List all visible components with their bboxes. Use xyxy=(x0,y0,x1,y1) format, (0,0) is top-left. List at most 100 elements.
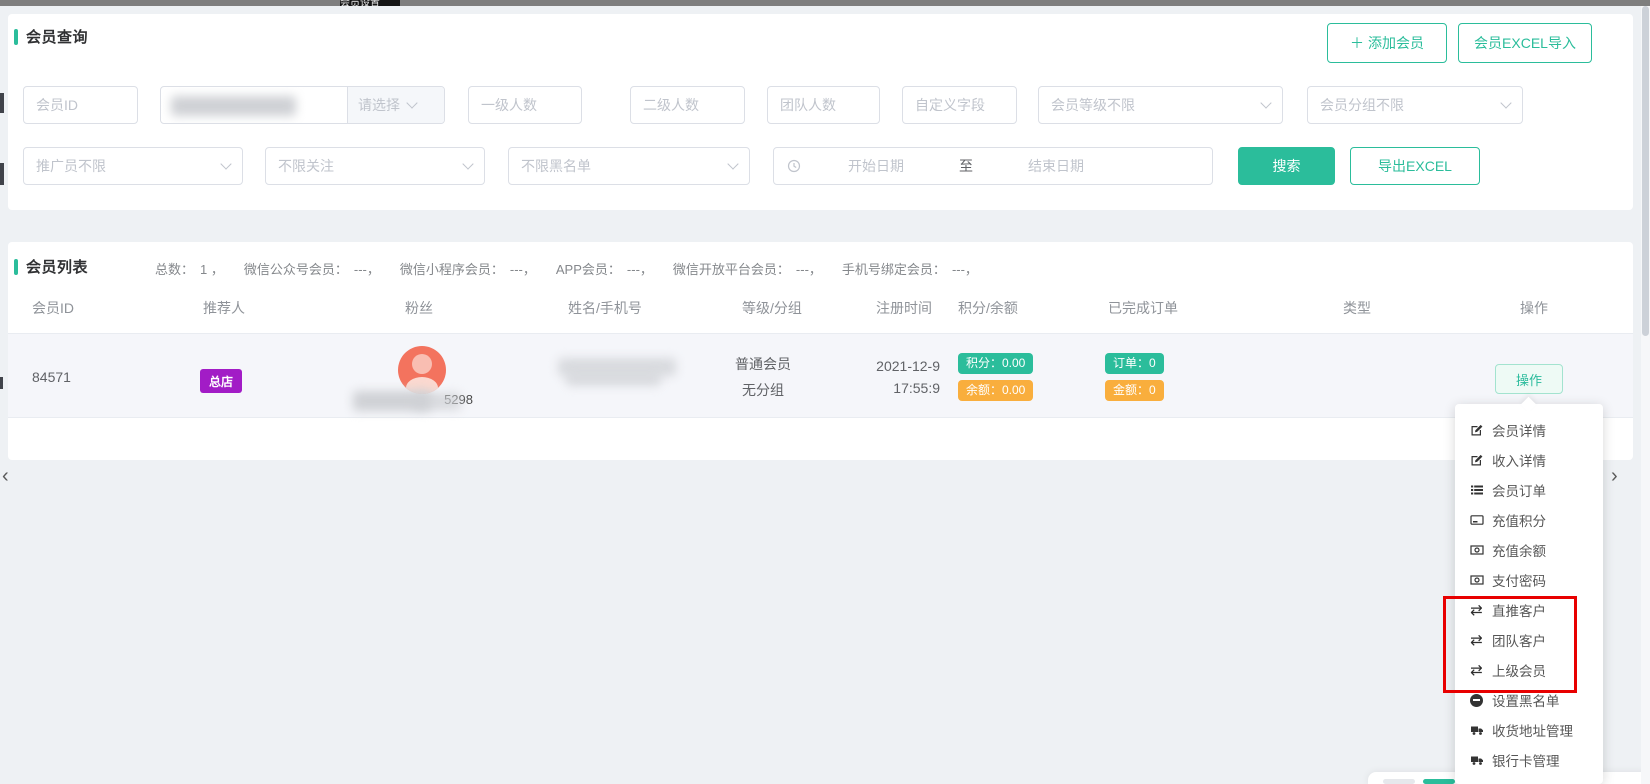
follow-select-label: 不限关注 xyxy=(278,156,456,176)
member-level-select[interactable]: 会员等级不限 xyxy=(1038,86,1283,124)
stat-value: ---， xyxy=(796,259,822,278)
action-menu: 会员详情 收入详情 会员订单 充值积分 充值余额 支付密码 ⇄ 直推客户 ⇄ 团… xyxy=(1455,404,1603,784)
member-admin-screen: 会员设置 会员查询 ＋ 添加会员 会员EXCEL导入 请选择 xyxy=(0,0,1650,784)
chevron-down-icon xyxy=(727,158,738,169)
team-count-input[interactable] xyxy=(767,86,880,124)
points-pill: 积分：0.00 xyxy=(958,353,1033,374)
member-group-select[interactable]: 会员分组不限 xyxy=(1307,86,1523,124)
scrollbar-track[interactable] xyxy=(1641,0,1650,784)
stat-label: 微信小程序会员： xyxy=(400,259,504,278)
table-header: 会员ID 推荐人 粉丝 姓名/手机号 等级/分组 注册时间 积分/余额 已完成订… xyxy=(8,294,1633,322)
member-stats: 总数：1 ， 微信公众号会员：---， 微信小程序会员：---， APP会员：-… xyxy=(155,259,978,278)
left-edge-fragment xyxy=(0,377,3,389)
orders-pill: 订单：0 xyxy=(1105,353,1164,374)
level-group-cell: 普通会员 无分组 xyxy=(703,334,823,419)
scroll-left-arrow[interactable]: ‹ xyxy=(2,466,9,486)
money-icon xyxy=(1469,573,1484,588)
menu-item-recharge-points[interactable]: 充值积分 xyxy=(1455,505,1603,535)
menu-item-recharge-balance[interactable]: 充值余额 xyxy=(1455,535,1603,565)
stat-value: 1 ， xyxy=(200,259,224,278)
dialog-cancel-button-fragment[interactable] xyxy=(1383,779,1415,784)
menu-item-label: 银行卡管理 xyxy=(1492,750,1560,770)
reg-time-cell: 2021-12-9 17:55:9 xyxy=(848,334,940,419)
scroll-right-arrow[interactable]: › xyxy=(1611,466,1618,486)
keyword-field-select-label: 请选择 xyxy=(358,95,400,115)
reg-date: 2021-12-9 xyxy=(848,358,940,374)
blacklist-select[interactable]: 不限黑名单 xyxy=(508,147,750,185)
reg-time: 17:55:9 xyxy=(848,380,940,396)
add-member-button[interactable]: ＋ 添加会员 xyxy=(1327,23,1447,63)
truck-icon xyxy=(1469,723,1484,738)
column-fans: 粉丝 xyxy=(405,298,433,318)
level2-count-input[interactable] xyxy=(630,86,745,124)
accent-bar xyxy=(14,259,18,275)
list-panel-title: 会员列表 xyxy=(14,256,88,277)
excel-import-button[interactable]: 会员EXCEL导入 xyxy=(1458,23,1592,63)
chevron-down-icon xyxy=(1500,97,1511,108)
dialog-confirm-button-fragment[interactable] xyxy=(1423,779,1455,784)
search-button-label: 搜索 xyxy=(1273,156,1301,176)
start-date-input[interactable] xyxy=(801,158,951,174)
menu-item-label: 会员详情 xyxy=(1492,420,1546,440)
stat-label: APP会员： xyxy=(556,259,621,278)
amount-pill: 金额：0 xyxy=(1105,380,1164,401)
level1-count-input[interactable] xyxy=(468,86,582,124)
blacklist-select-label: 不限黑名单 xyxy=(521,156,721,176)
edit-icon xyxy=(1469,453,1484,468)
keyword-field-select[interactable]: 请选择 xyxy=(347,87,444,123)
promoter-select[interactable]: 推广员不限 xyxy=(23,147,243,185)
top-menu-fragment: 会员设置 xyxy=(340,0,400,6)
excel-import-label: 会员EXCEL导入 xyxy=(1474,33,1576,53)
keyword-input[interactable] xyxy=(161,87,347,123)
avatar-head-shape xyxy=(412,354,432,374)
row-action-label: 操作 xyxy=(1516,370,1542,389)
menu-item-shipping-address[interactable]: 收货地址管理 xyxy=(1455,715,1603,745)
export-excel-button[interactable]: 导出EXCEL xyxy=(1350,147,1480,185)
stat-label: 手机号绑定会员： xyxy=(842,259,946,278)
member-id-cell: 84571 xyxy=(32,334,71,419)
window-top-strip: 会员设置 xyxy=(0,0,1650,6)
left-edge-fragment xyxy=(0,93,4,113)
edit-icon xyxy=(1469,423,1484,438)
row-action-button[interactable]: 操作 xyxy=(1495,364,1563,394)
scrollbar-thumb[interactable] xyxy=(1642,6,1649,336)
chevron-down-icon xyxy=(406,97,417,108)
avatar xyxy=(398,346,446,394)
column-reg-time: 注册时间 xyxy=(876,298,932,318)
menu-item-pay-password[interactable]: 支付密码 xyxy=(1455,565,1603,595)
search-button[interactable]: 搜索 xyxy=(1238,147,1335,185)
menu-item-member-detail[interactable]: 会员详情 xyxy=(1455,415,1603,445)
add-member-label: 添加会员 xyxy=(1368,33,1424,53)
custom-field-input[interactable] xyxy=(902,86,1017,124)
stat-value: ---， xyxy=(354,259,380,278)
chevron-down-icon xyxy=(1260,97,1271,108)
query-panel-title: 会员查询 xyxy=(14,26,88,47)
follow-select[interactable]: 不限关注 xyxy=(265,147,485,185)
stat-label: 微信开放平台会员： xyxy=(673,259,790,278)
orders-amount-cell: 订单：0 金额：0 xyxy=(1105,334,1164,419)
list-title: 会员列表 xyxy=(26,256,88,277)
column-completed-orders: 已完成订单 xyxy=(1108,298,1178,318)
menu-item-member-orders[interactable]: 会员订单 xyxy=(1455,475,1603,505)
date-range-picker[interactable]: 至 xyxy=(773,147,1213,185)
column-level-group: 等级/分组 xyxy=(742,298,802,318)
end-date-input[interactable] xyxy=(981,158,1131,174)
stat-value: ---， xyxy=(627,259,653,278)
export-excel-label: 导出EXCEL xyxy=(1378,156,1452,176)
menu-item-bank-card[interactable]: 银行卡管理 xyxy=(1455,745,1603,775)
menu-item-label: 充值余额 xyxy=(1492,540,1546,560)
menu-item-label: 支付密码 xyxy=(1492,570,1546,590)
redacted-keyword-blur xyxy=(171,96,296,116)
red-annotation-box xyxy=(1443,596,1577,693)
member-id-input[interactable] xyxy=(23,86,138,124)
name-phone-redacted xyxy=(558,358,676,390)
stat-label: 微信公众号会员： xyxy=(244,259,348,278)
stat-value: ---， xyxy=(510,259,536,278)
column-member-id: 会员ID xyxy=(32,298,74,318)
member-group: 无分组 xyxy=(703,380,823,400)
column-type: 类型 xyxy=(1343,298,1371,318)
accent-bar xyxy=(14,29,18,45)
menu-item-income-detail[interactable]: 收入详情 xyxy=(1455,445,1603,475)
clock-icon xyxy=(786,159,801,174)
keyword-input-group: 请选择 xyxy=(160,86,445,124)
